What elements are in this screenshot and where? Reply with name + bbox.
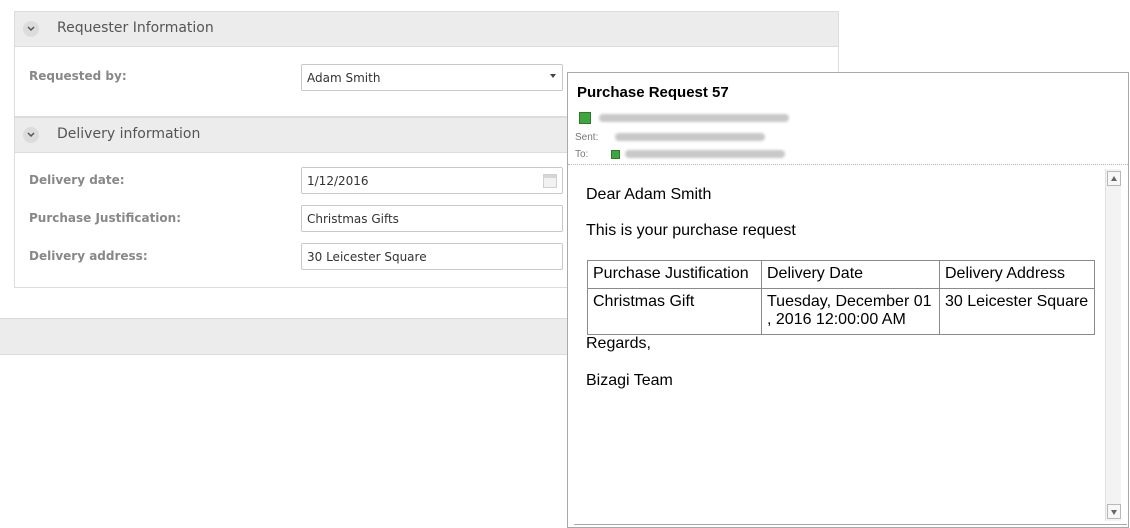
- purchase-request-table: Purchase Justification Delivery Date Del…: [587, 260, 1095, 335]
- email-body: Dear Adam Smith This is your purchase re…: [570, 169, 1104, 523]
- email-greeting: Dear Adam Smith: [586, 186, 712, 203]
- email-scrollbar[interactable]: [1105, 169, 1121, 521]
- purchase-justification-label: Purchase Justification:: [29, 211, 182, 225]
- delivery-date-label: Delivery date:: [29, 173, 125, 187]
- contact-card-icon: [611, 149, 621, 159]
- scroll-up-icon[interactable]: [1107, 171, 1121, 186]
- table-header-cell: Delivery Address: [939, 260, 1095, 289]
- sent-value-redacted: [615, 133, 766, 142]
- email-regards: Regards,: [586, 335, 651, 352]
- purchase-justification-field[interactable]: Christmas Gifts: [301, 205, 563, 232]
- scroll-down-icon[interactable]: [1107, 504, 1121, 519]
- delivery-date-field[interactable]: 1/12/2016: [301, 167, 563, 194]
- table-header-row: Purchase Justification Delivery Date Del…: [587, 260, 1095, 289]
- email-sent-line: Sent:: [575, 132, 766, 143]
- delivery-address-label: Delivery address:: [29, 249, 148, 263]
- email-footer-edge: [574, 524, 1127, 527]
- sent-label: Sent:: [575, 132, 599, 143]
- from-address-redacted: [598, 113, 789, 122]
- requester-panel-header[interactable]: Requester Information: [15, 12, 838, 47]
- table-header-cell: Delivery Date: [761, 260, 940, 289]
- delivery-address-value: 30 Leicester Square: [307, 250, 427, 264]
- table-header-cell: Purchase Justification: [587, 260, 762, 289]
- delivery-address-field[interactable]: 30 Leicester Square: [301, 243, 563, 270]
- chevron-down-icon[interactable]: [23, 21, 39, 37]
- to-label: To:: [575, 149, 589, 160]
- email-preview-window: Purchase Request 57 Sent: To: Dear Adam …: [567, 72, 1129, 528]
- chevron-down-icon[interactable]: [23, 127, 39, 143]
- requested-by-dropdown[interactable]: Adam Smith: [301, 64, 563, 91]
- purchase-justification-value: Christmas Gifts: [307, 212, 399, 226]
- email-signature: Bizagi Team: [586, 372, 673, 389]
- delivery-panel-title: Delivery information: [57, 126, 201, 142]
- requested-by-value: Adam Smith: [307, 71, 381, 85]
- to-value-redacted: [624, 150, 785, 159]
- calendar-icon[interactable]: [543, 174, 557, 188]
- requested-by-label: Requested by:: [29, 69, 127, 83]
- contact-card-icon: [579, 111, 591, 124]
- delivery-date-value: 1/12/2016: [307, 174, 369, 188]
- requester-panel-title: Requester Information: [57, 20, 214, 36]
- email-to-line: To:: [575, 149, 785, 160]
- email-intro: This is your purchase request: [586, 222, 796, 239]
- footer-band: [0, 318, 600, 355]
- table-row: Christmas Gift Tuesday, December 01 , 20…: [587, 288, 1095, 335]
- email-from: [579, 110, 789, 124]
- table-cell: Christmas Gift: [587, 288, 762, 335]
- table-cell: 30 Leicester Square: [939, 288, 1095, 335]
- table-cell: Tuesday, December 01 , 2016 12:00:00 AM: [761, 288, 940, 335]
- header-separator: [568, 164, 1128, 165]
- email-subject: Purchase Request 57: [577, 84, 729, 101]
- dropdown-arrow-icon[interactable]: [550, 74, 556, 78]
